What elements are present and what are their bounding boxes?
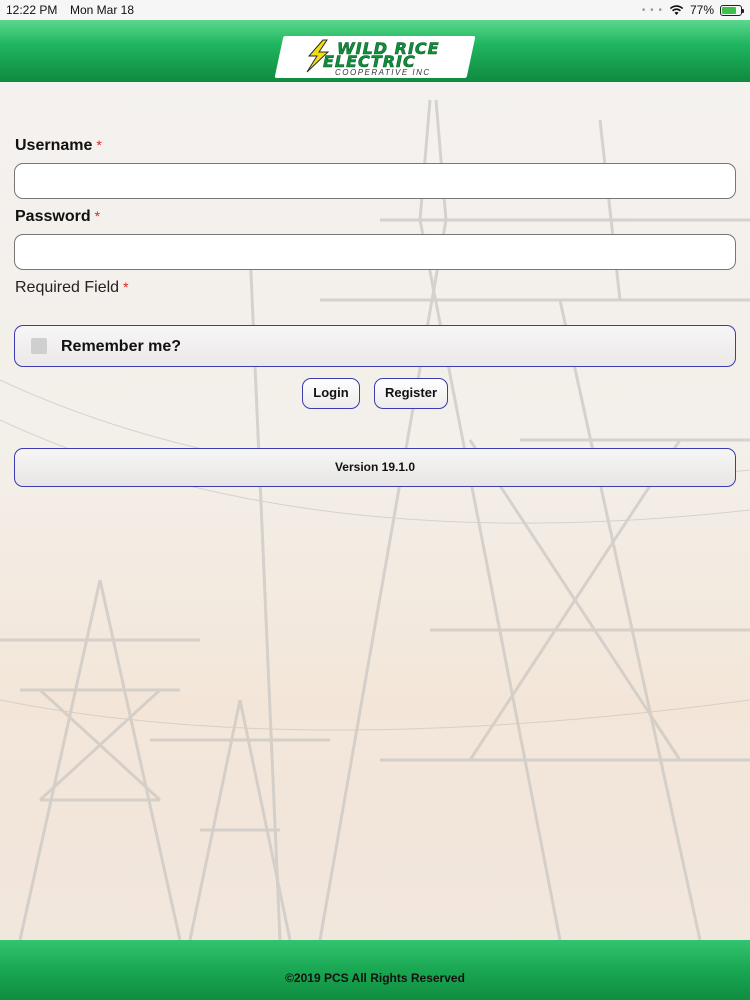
status-date: Mon Mar 18 [70,3,135,17]
multitask-dots-icon: • • • [641,4,663,16]
app-header: WILD RICE ELECTRIC COOPERATIVE INC [0,20,750,82]
username-label-text: Username [15,137,93,154]
password-label-text: Password [15,208,91,225]
app-footer: ©2019 PCS All Rights Reserved [0,940,750,1000]
battery-percent: 77% [689,3,714,17]
required-marker: * [94,208,101,224]
copyright-text: ©2019 PCS All Rights Reserved [285,971,465,985]
required-marker: * [96,137,102,153]
login-button[interactable]: Login [302,378,360,409]
required-field-text: Required Field [15,279,120,296]
password-label: Password * [15,208,100,226]
wild-rice-electric-logo: WILD RICE ELECTRIC COOPERATIVE INC [274,36,476,78]
status-indicators: • • • 77% [641,3,744,17]
remember-me-label: Remember me? [61,338,182,355]
battery-icon [720,4,744,16]
wifi-icon [669,4,684,15]
required-field-note: Required Field * [15,279,129,297]
status-bar: 12:22 PM Mon Mar 18 • • • 77% [0,0,750,20]
remember-me-checkbox[interactable] [31,338,47,354]
status-time: 12:22 PM [6,3,58,17]
required-marker: * [123,279,129,295]
logo-text-line3: COOPERATIVE INC [335,68,431,77]
username-label: Username * [15,137,102,155]
version-bar[interactable]: Version 19.1.0 [14,448,736,487]
power-lines-background [0,99,750,941]
battery-level [722,6,736,14]
remember-me-row[interactable]: Remember me? [14,325,736,367]
register-button[interactable]: Register [374,378,448,409]
username-field[interactable] [14,163,736,199]
password-field[interactable] [14,234,736,270]
